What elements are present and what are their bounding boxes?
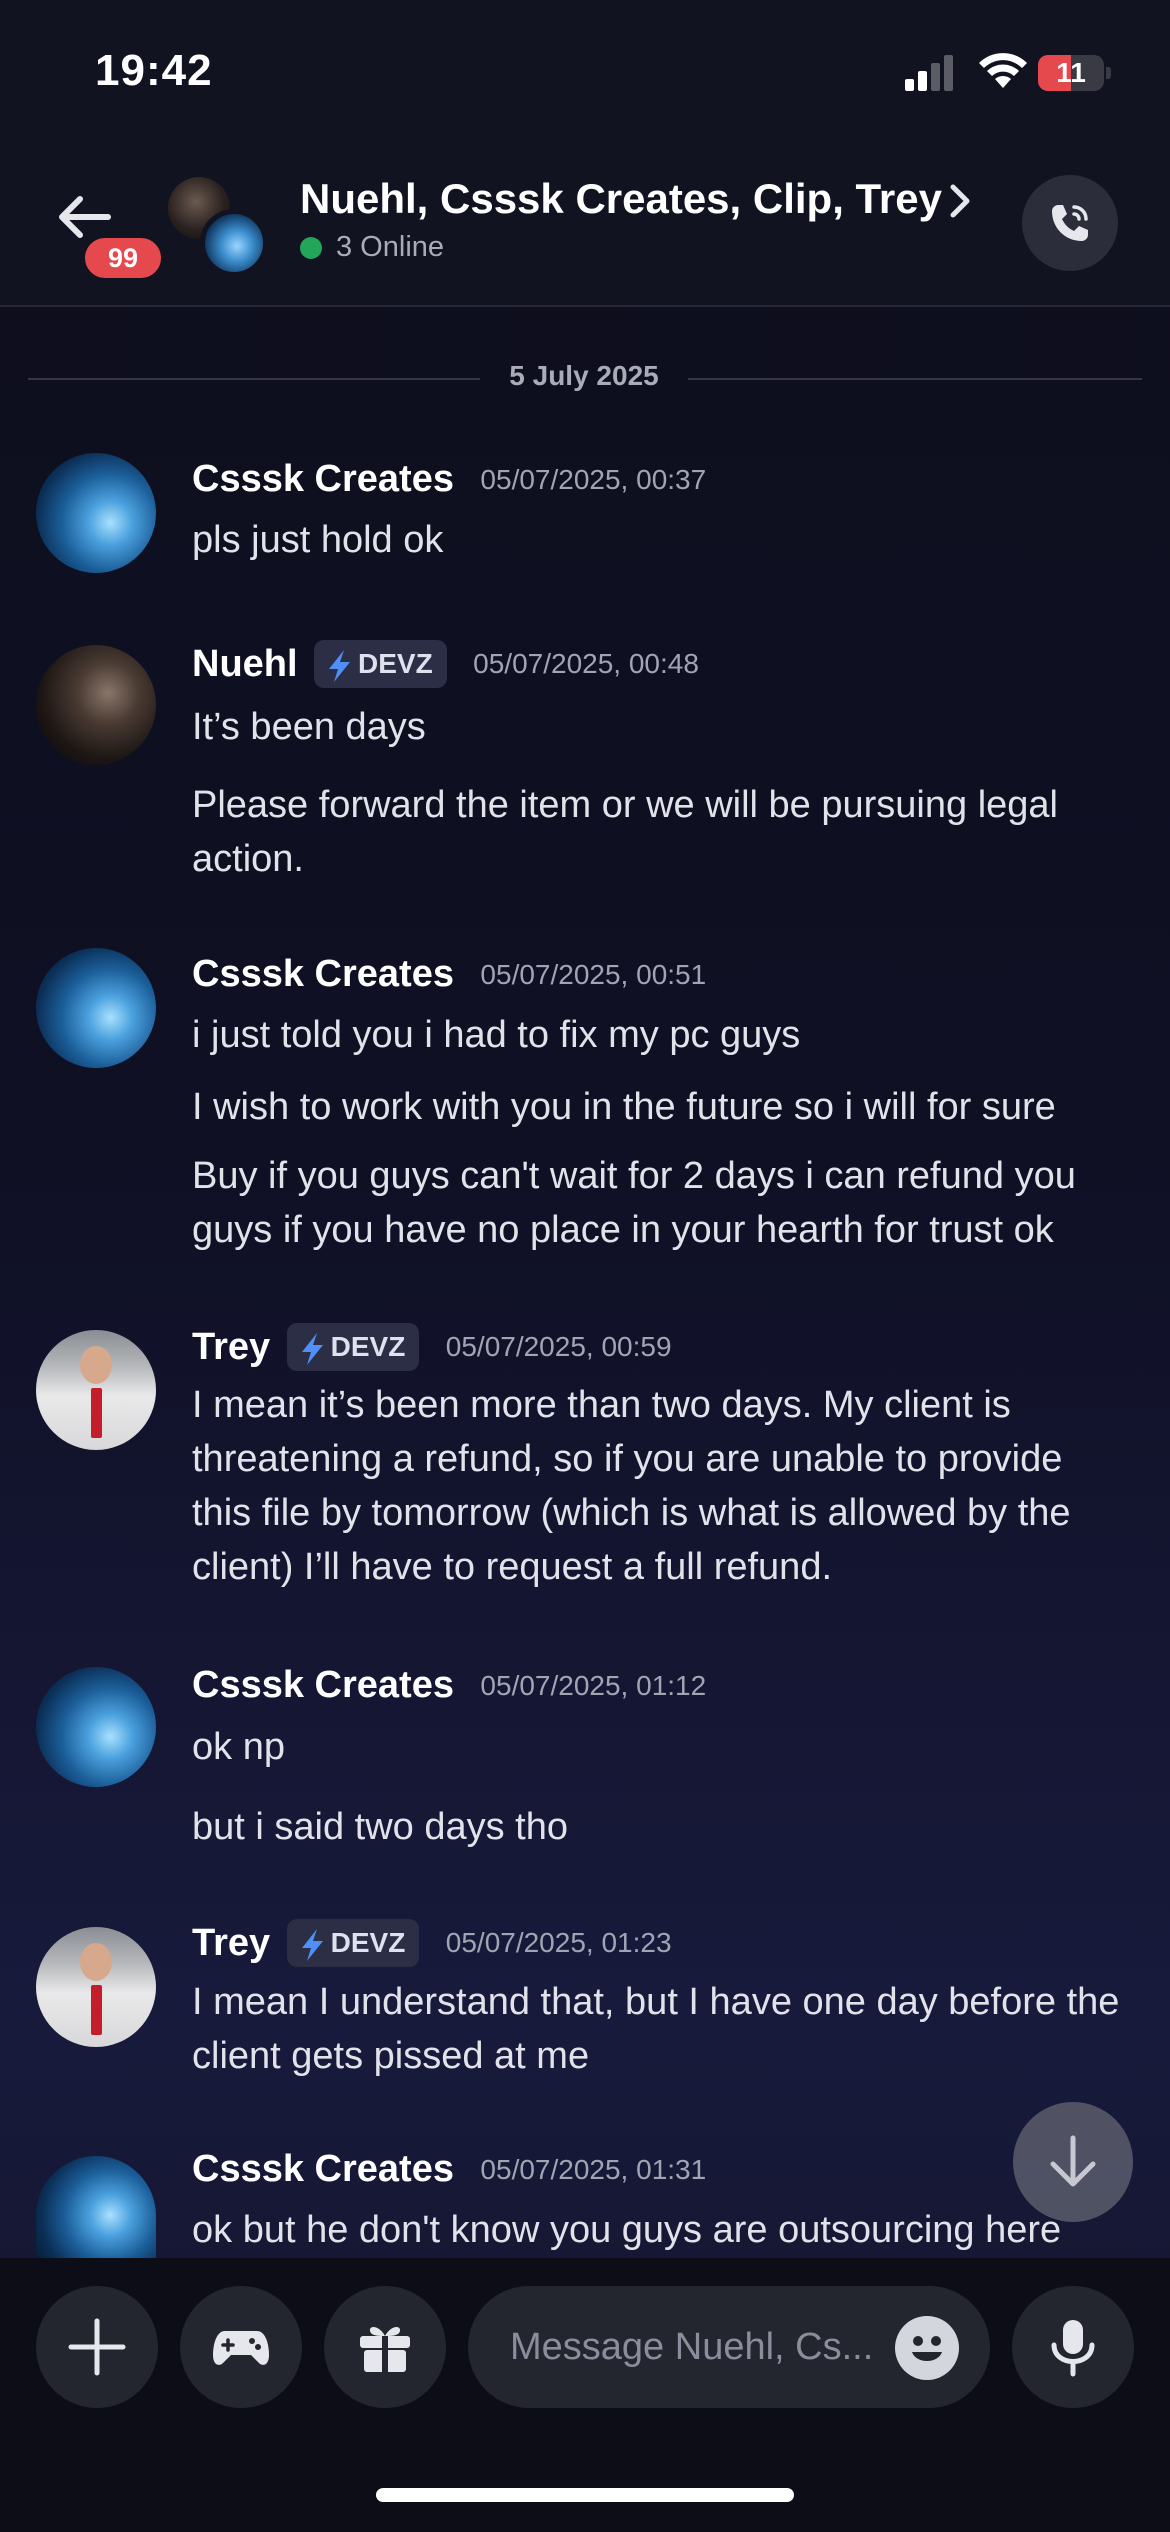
message-text[interactable]: Please forward the item or we will be pu… — [192, 778, 1132, 886]
message-text[interactable]: I mean it’s been more than two days. My … — [192, 1378, 1132, 1594]
call-button[interactable] — [1022, 175, 1118, 271]
date-divider-label: 5 July 2025 — [509, 360, 659, 391]
message-text[interactable]: pls just hold ok — [192, 513, 1132, 567]
avatar-trey[interactable] — [36, 1927, 156, 2047]
message-text[interactable]: I mean I understand that, but I have one… — [192, 1975, 1132, 2083]
activities-button[interactable] — [180, 2286, 302, 2408]
chat-title[interactable]: Nuehl, Csssk Creates, Clip, Trey — [300, 175, 942, 223]
message-timestamp: 05/07/2025, 00:59 — [445, 1331, 672, 1362]
message-text[interactable]: I wish to work with you in the future so… — [192, 1080, 1132, 1134]
gift-icon — [360, 2326, 410, 2372]
status-bar: 19:42 11 — [0, 0, 1170, 145]
add-attachment-button[interactable] — [36, 2286, 158, 2408]
message-timestamp: 05/07/2025, 00:51 — [480, 958, 707, 990]
message-author[interactable]: Csssk Creates — [192, 458, 454, 501]
message-header: Trey DEVZ 05/07/2025, 00:59 — [192, 1323, 672, 1373]
message-input-placeholder: Message Nuehl, Cs... — [510, 2326, 874, 2368]
role-tag[interactable]: DEVZ — [314, 640, 447, 688]
message-header: Csssk Creates 05/07/2025, 00:51 — [192, 953, 706, 1003]
date-divider: 5 July 2025 — [28, 358, 1142, 398]
message-text[interactable]: ok but he don't know you guys are outsou… — [192, 2203, 1132, 2257]
message-timestamp: 05/07/2025, 00:37 — [480, 463, 707, 495]
message-timestamp: 05/07/2025, 01:12 — [480, 1669, 707, 1701]
microphone-icon — [1051, 2320, 1095, 2377]
avatar-trey[interactable] — [36, 1330, 156, 1450]
chevron-right-icon[interactable] — [948, 181, 972, 221]
avatar-nuehl[interactable] — [36, 645, 156, 765]
avatar-csssk-creates[interactable] — [36, 2156, 156, 2258]
status-time: 19:42 — [95, 46, 213, 95]
message-author[interactable]: Csssk Creates — [192, 1664, 454, 1707]
message-text[interactable]: i just told you i had to fix my pc guys — [192, 1008, 1132, 1062]
online-count: 3 Online — [336, 231, 445, 263]
battery-indicator: 11 — [1038, 55, 1111, 91]
group-avatar-csssk — [200, 209, 268, 277]
avatar-csssk-creates[interactable] — [36, 948, 156, 1068]
message-author[interactable]: Csssk Creates — [192, 2148, 454, 2191]
message-text[interactable]: Buy if you guys can't wait for 2 days i … — [192, 1149, 1132, 1257]
avatar-csssk-creates[interactable] — [36, 453, 156, 573]
voice-message-button[interactable] — [1012, 2286, 1134, 2408]
message-header: Csssk Creates 05/07/2025, 00:37 — [192, 458, 706, 508]
message-timestamp: 05/07/2025, 01:31 — [480, 2153, 707, 2185]
emoji-button[interactable] — [895, 2316, 959, 2380]
plus-icon — [68, 2318, 126, 2376]
role-tag[interactable]: DEVZ — [286, 1919, 420, 1967]
message-author[interactable]: Trey — [192, 1922, 270, 1965]
message-text[interactable]: but i said two days tho — [192, 1800, 1132, 1854]
message-text[interactable]: It’s been days — [192, 700, 1132, 754]
wifi-icon — [979, 53, 1027, 88]
message-header: Trey DEVZ 05/07/2025, 01:23 — [192, 1919, 672, 1969]
lightning-bolt-icon — [301, 1928, 323, 1961]
role-tag[interactable]: DEVZ — [286, 1323, 420, 1371]
message-author[interactable]: Nuehl — [192, 643, 298, 686]
role-tag-label: DEVZ — [330, 1927, 406, 1958]
message-author[interactable]: Csssk Creates — [192, 953, 454, 996]
message-text[interactable]: ok np — [192, 1720, 1132, 1774]
message-input[interactable]: Message Nuehl, Cs... — [468, 2286, 990, 2408]
message-timestamp: 05/07/2025, 00:48 — [473, 648, 699, 679]
phone-icon — [1052, 205, 1088, 241]
gift-button[interactable] — [324, 2286, 446, 2408]
arrow-down-icon — [1050, 2135, 1096, 2187]
lightning-bolt-icon — [329, 649, 351, 682]
message-header: Nuehl DEVZ 05/07/2025, 00:48 — [192, 640, 699, 690]
gamepad-icon — [213, 2331, 269, 2365]
online-status-dot — [300, 237, 322, 259]
role-tag-label: DEVZ — [358, 648, 433, 679]
message-header: Csssk Creates 05/07/2025, 01:31 — [192, 2148, 706, 2198]
jump-to-bottom-button[interactable] — [1013, 2102, 1133, 2222]
signal-icon — [905, 55, 953, 91]
avatar-csssk-creates[interactable] — [36, 1667, 156, 1787]
message-timestamp: 05/07/2025, 01:23 — [445, 1927, 672, 1958]
battery-level: 11 — [1056, 57, 1086, 88]
message-author[interactable]: Trey — [192, 1326, 270, 1369]
emoji-icon — [912, 2336, 942, 2361]
chat-header: 99 Nuehl, Csssk Creates, Clip, Trey 3 On… — [0, 145, 1170, 307]
home-indicator[interactable] — [376, 2488, 794, 2502]
message-header: Csssk Creates 05/07/2025, 01:12 — [192, 1664, 706, 1714]
unread-badge: 99 — [80, 233, 166, 283]
role-tag-label: DEVZ — [330, 1331, 406, 1362]
composer-bar: Message Nuehl, Cs... — [0, 2258, 1170, 2532]
lightning-bolt-icon — [301, 1332, 323, 1365]
